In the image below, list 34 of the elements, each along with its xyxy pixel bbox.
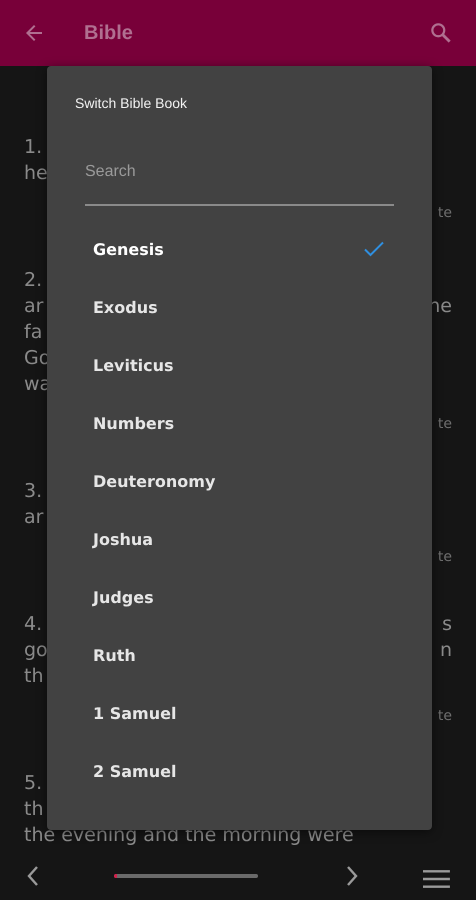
verse-text: ar xyxy=(24,294,44,319)
verse-text: ar xyxy=(24,505,44,530)
book-item[interactable]: 2 Samuel xyxy=(75,742,404,800)
verse-text: 1. xyxy=(24,135,42,160)
verse-text: fa xyxy=(24,320,42,345)
verse-text: 4. xyxy=(24,612,42,637)
verse-text: go xyxy=(24,638,48,663)
verse-text: 3. xyxy=(24,479,42,504)
note-text: te xyxy=(438,416,452,432)
book-item[interactable]: Ruth xyxy=(75,626,404,684)
verse-text: 5. xyxy=(24,771,42,796)
verse-text: s xyxy=(442,612,452,637)
dialog-title: Switch Bible Book xyxy=(75,94,188,113)
previous-icon[interactable] xyxy=(26,864,40,888)
app-title: Bible xyxy=(84,22,134,44)
book-item[interactable]: Joshua xyxy=(75,510,404,568)
note-text: te xyxy=(438,205,452,221)
menu-icon[interactable] xyxy=(423,869,450,889)
verse-text: th xyxy=(24,797,44,822)
book-item[interactable]: Judges xyxy=(75,568,404,626)
book-item[interactable]: Leviticus xyxy=(75,336,404,394)
next-icon[interactable] xyxy=(345,864,360,888)
verse-text: he xyxy=(24,161,48,186)
book-item[interactable]: Deuteronomy xyxy=(75,452,404,510)
search-field[interactable]: Search xyxy=(85,163,394,206)
book-item[interactable]: Numbers xyxy=(75,394,404,452)
book-item[interactable]: 1 Samuel xyxy=(75,684,404,742)
book-item[interactable]: Genesis xyxy=(75,220,404,278)
verse-text: 2. xyxy=(24,268,42,293)
verse-text: n xyxy=(440,638,452,663)
note-text: te xyxy=(438,708,452,724)
book-item[interactable]: Exodus xyxy=(75,278,404,336)
verse-text: th xyxy=(24,664,44,689)
note-text: te xyxy=(438,549,452,565)
